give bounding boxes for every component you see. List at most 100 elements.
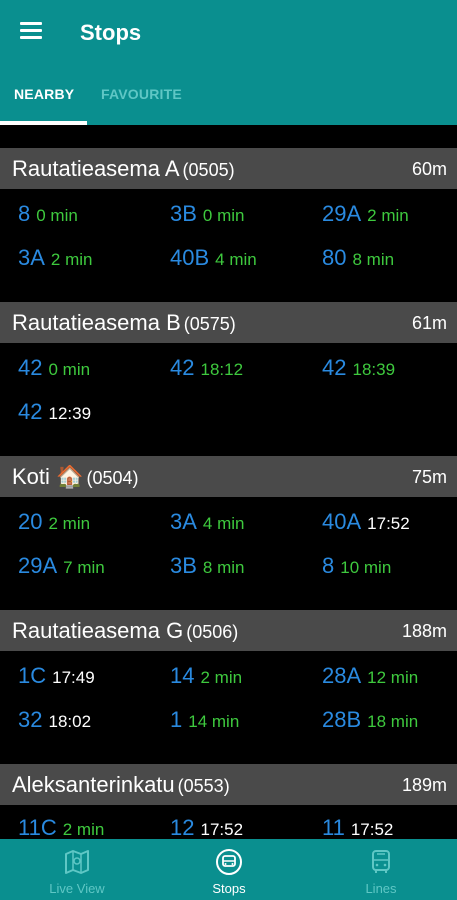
nav-label: Stops (212, 881, 246, 896)
stop-card: Aleksanterinkatu (0553) 189m 11C 2 min 12 1… (0, 764, 457, 839)
bus-icon (366, 847, 396, 877)
line-number: 29A (18, 553, 58, 578)
departure-item[interactable]: 29A 7 min (18, 553, 105, 579)
departure-item[interactable]: 11 17:52 (322, 815, 393, 839)
departure-time: 17:52 (350, 820, 394, 839)
departure-time: 2 min (50, 250, 93, 269)
departure-item[interactable]: 14 2 min (170, 663, 242, 689)
line-number: 8 (18, 201, 31, 226)
departure-item[interactable]: 42 18:12 (170, 355, 243, 381)
departure-item[interactable]: 3B 0 min (170, 201, 245, 227)
stop-header[interactable]: Rautatieasema B (0575) 61m (0, 302, 457, 343)
departure-item[interactable]: 80 8 min (322, 245, 394, 271)
departure-item[interactable]: 1C 17:49 (18, 663, 95, 689)
departure-time: 17:49 (52, 668, 95, 687)
stop-name-row: Rautatieasema A (0505) (12, 156, 235, 182)
page-title: Stops (80, 20, 142, 45)
departure-time: 7 min (63, 558, 105, 577)
nav-live-view[interactable]: Live View (40, 839, 114, 900)
stop-name: Rautatieasema G (12, 618, 184, 643)
stop-header[interactable]: Rautatieasema A (0505) 60m (0, 148, 457, 189)
tab-nearby[interactable]: NEARBY (14, 86, 74, 102)
line-number: 1C (18, 663, 47, 688)
departure-item[interactable]: 42 12:39 (18, 399, 91, 425)
stop-name-row: Aleksanterinkatu (0553) (12, 772, 230, 798)
stop-card: Koti 🏠 (0504) 75m 20 2 min 3A 4 min 40A 17:5… (0, 456, 457, 609)
line-number: 42 (18, 355, 43, 380)
stop-name: Aleksanterinkatu (12, 772, 175, 797)
departure-item[interactable]: 20 2 min (18, 509, 90, 535)
line-number: 3A (170, 509, 197, 534)
line-number: 28B (322, 707, 362, 732)
stop-code: (0575) (183, 314, 236, 334)
stop-header[interactable]: Koti 🏠 (0504) 75m (0, 456, 457, 497)
stop-name: Koti (12, 464, 50, 489)
line-number: 1 (170, 707, 183, 732)
line-number: 40A (322, 509, 362, 534)
line-number: 28A (322, 663, 362, 688)
stop-distance: 189m (401, 775, 447, 795)
departure-item[interactable]: 28A 12 min (322, 663, 418, 689)
stop-code: (0505) (182, 160, 235, 180)
app-bar: Stops NEARBY FAVOURITE (0, 0, 457, 125)
stop-code: (0504) (86, 468, 139, 488)
departure-time: 4 min (215, 250, 257, 269)
house-emoji-icon: 🏠 (56, 464, 84, 489)
departure-item[interactable]: 28B 18 min (322, 707, 418, 733)
departures-grid: 42 0 min 42 18:12 42 18:39 42 12:39 (0, 343, 457, 455)
departures-grid: 11C 2 min 12 17:52 11 17:52 (0, 805, 457, 839)
departure-item[interactable]: 3A 2 min (18, 245, 93, 271)
departure-time: 18:12 (200, 360, 244, 379)
stop-name-row: Koti 🏠 (0504) (12, 464, 138, 490)
stop-name: Rautatieasema A (12, 156, 180, 181)
departure-item[interactable]: 40A 17:52 (322, 509, 410, 535)
stop-distance: 75m (411, 467, 447, 487)
stop-name-row: Rautatieasema B (0575) (12, 310, 236, 336)
departure-item[interactable]: 11C 2 min (18, 815, 104, 839)
nav-label: Live View (49, 881, 105, 896)
departure-item[interactable]: 1 14 min (170, 707, 239, 733)
line-number: 8 (322, 553, 335, 578)
nav-lines[interactable]: Lines (350, 839, 412, 900)
menu-icon[interactable] (20, 22, 42, 40)
stop-name-row: Rautatieasema G (0506) (12, 618, 238, 644)
departure-time: 8 min (352, 250, 395, 269)
departure-item[interactable]: 3B 8 min (170, 553, 245, 579)
departure-item[interactable]: 42 0 min (18, 355, 90, 381)
departures-grid: 8 0 min 3B 0 min 29A 2 min 3A 2 min 40B 4 min… (0, 189, 457, 301)
map-icon (62, 847, 92, 877)
line-number: 14 (170, 663, 195, 688)
line-number: 80 (322, 245, 347, 270)
stop-name: Rautatieasema B (12, 310, 181, 335)
line-number: 11 (322, 815, 345, 839)
line-number: 20 (18, 509, 43, 534)
departure-item[interactable]: 8 0 min (18, 201, 78, 227)
stop-distance: 188m (401, 621, 447, 641)
departures-grid: 20 2 min 3A 4 min 40A 17:52 29A 7 min 3B 8 mi… (0, 497, 457, 609)
departure-item[interactable]: 12 17:52 (170, 815, 243, 839)
stop-card: Rautatieasema G (0506) 188m 1C 17:49 14 2 m… (0, 610, 457, 763)
line-number: 29A (322, 201, 362, 226)
departure-item[interactable]: 32 18:02 (18, 707, 91, 733)
departure-time: 0 min (202, 206, 245, 225)
stop-header[interactable]: Rautatieasema G (0506) 188m (0, 610, 457, 651)
tab-favourite[interactable]: FAVOURITE (101, 86, 182, 102)
stops-list[interactable]: Rautatieasema A (0505) 60m 8 0 min 3B 0 min… (0, 125, 457, 839)
departure-item[interactable]: 40B 4 min (170, 245, 257, 271)
departure-time: 18:02 (48, 712, 92, 731)
nav-label: Lines (365, 881, 397, 896)
departure-time: 12:39 (48, 404, 92, 423)
departure-item[interactable]: 3A 4 min (170, 509, 245, 535)
stop-distance: 61m (411, 313, 447, 333)
stop-header[interactable]: Aleksanterinkatu (0553) 189m (0, 764, 457, 805)
nav-stops[interactable]: Stops (196, 839, 262, 900)
departure-item[interactable]: 8 10 min (322, 553, 391, 579)
departure-time: 0 min (36, 206, 78, 225)
stop-card: Rautatieasema B (0575) 61m 42 0 min 42 18:1… (0, 302, 457, 455)
line-number: 3B (170, 553, 197, 578)
departure-item[interactable]: 29A 2 min (322, 201, 409, 227)
departure-item[interactable]: 42 18:39 (322, 355, 395, 381)
departure-time: 0 min (48, 360, 91, 379)
stop-code: (0506) (186, 622, 239, 642)
line-number: 3A (18, 245, 45, 270)
